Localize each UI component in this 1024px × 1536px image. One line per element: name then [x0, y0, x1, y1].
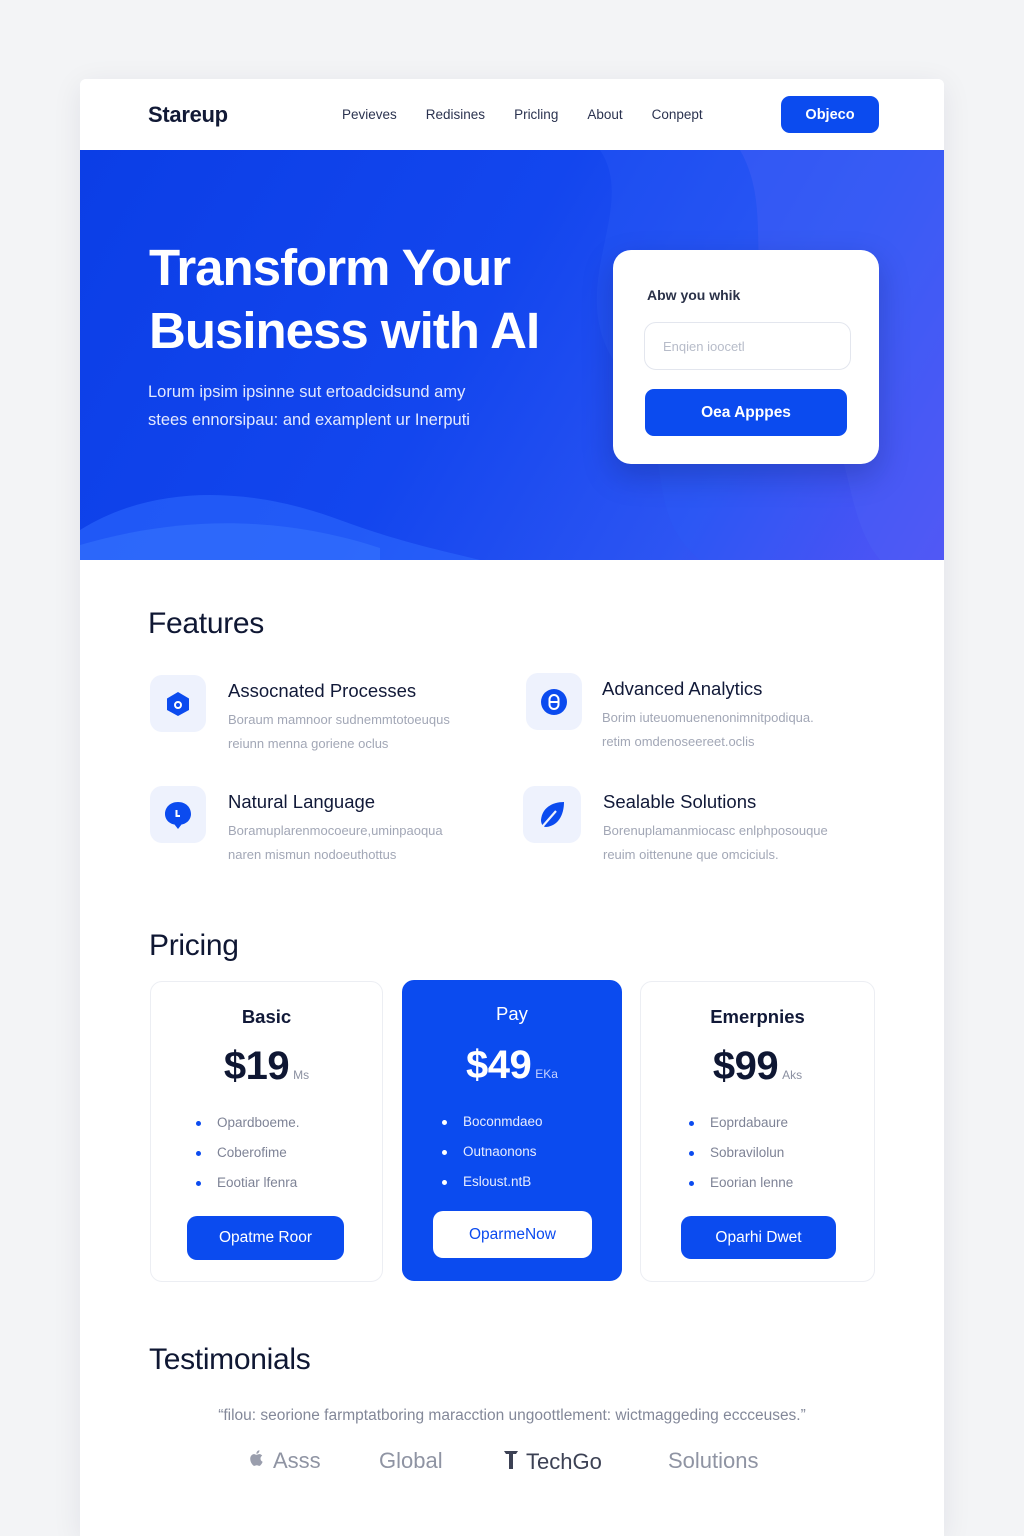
feature-desc-line1: Boraum mamnoor sudnemmtotoeuqus — [228, 712, 450, 727]
plan-enterprise-button[interactable]: Oparhi Dwet — [681, 1216, 836, 1259]
plan-price: $19 — [223, 1044, 290, 1088]
plan-price: $99 — [712, 1044, 779, 1088]
plan-card-basic: Basic $19 Ms Opardboeme. Coberofime Eooti… — [150, 981, 383, 1282]
signup-button[interactable]: Oea Apppes — [645, 389, 847, 436]
plan-pay-button[interactable]: OparmeNow — [433, 1211, 592, 1258]
plan-name: Pay — [496, 1003, 528, 1024]
signup-card: Abw you whik Oea Apppes — [613, 250, 879, 464]
landing-page: Stareup Pevieves Redisines Pricling Abou… — [80, 79, 944, 1536]
nav-link-pricing[interactable]: Pricling — [514, 107, 558, 122]
client-logo-solutions: Solutions — [668, 1448, 759, 1474]
feature-title: Sealable Solutions — [603, 791, 757, 812]
feature-desc-line2: reiunn menna goriene oclus — [228, 736, 389, 751]
feature-desc-line2: reuim oittenune que omciciuls. — [603, 847, 779, 862]
nav-link-previews[interactable]: Pevieves — [342, 107, 397, 122]
feature-desc-line2: naren mismun nodoeuthottus — [228, 847, 397, 862]
hero-subtitle-line2: stees ennorsipau: and examplent ur Inerp… — [148, 411, 470, 429]
testimonial-quote: “filou: seorione farmptatboring maraccti… — [218, 1407, 806, 1424]
testimonials-title: Testimonials — [149, 1343, 311, 1376]
feature-item: Assocnated Processes Boraum mamnoor sudn… — [150, 675, 490, 755]
plan-price-row: $99 Aks — [641, 1044, 874, 1089]
feature-item: Sealable Solutions Borenuplamanmiocasc e… — [523, 786, 863, 866]
plan-period: EKa — [535, 1067, 558, 1081]
plan-feature: Eoprdabaure — [689, 1114, 793, 1144]
feature-desc-line1: Borenuplamanmiocasc enlphposouque — [603, 823, 828, 838]
plan-price-row: $49 EKa — [403, 1043, 621, 1088]
plan-feature: Boconmdaeo — [442, 1113, 543, 1143]
brand-logo[interactable]: Stareup — [148, 102, 228, 128]
plan-price: $49 — [466, 1043, 532, 1087]
leaf-icon — [523, 786, 581, 843]
feature-desc: Boramuplarenmocoeure,uminpaoqua naren mi… — [228, 819, 488, 867]
client-logo-techgo: TechGo — [502, 1448, 602, 1476]
hero-subtitle-line1: Lorum ipsim ipsinne sut ertoadcidsund am… — [148, 383, 466, 401]
feature-title: Natural Language — [228, 791, 376, 812]
apple-icon — [247, 1448, 267, 1474]
feature-desc: Boraum mamnoor sudnemmtotoeuqus reiunn m… — [228, 708, 488, 756]
plan-basic-button[interactable]: Opatme Roor — [187, 1216, 344, 1260]
client-logo-text: Solutions — [668, 1448, 759, 1473]
plan-price-row: $19 Ms — [151, 1044, 382, 1089]
plan-feature-list: Opardboeme. Coberofime Eootiar lfenra — [196, 1114, 300, 1204]
email-input[interactable] — [644, 322, 851, 370]
plan-feature: Opardboeme. — [196, 1114, 300, 1144]
plan-period: Ms — [293, 1068, 310, 1082]
plan-feature: Eootiar lfenra — [196, 1174, 300, 1204]
feature-item: Natural Language Boramuplarenmocoeure,um… — [150, 786, 490, 866]
feature-desc-line2: retim omdenoseereet.oclis — [602, 734, 755, 749]
feature-item: Advanced Analytics Borim iuteuomuenenoni… — [526, 673, 866, 753]
client-logo-text: Global — [379, 1448, 443, 1473]
client-logo-text: Asss — [273, 1448, 321, 1473]
client-logos: Asss Global TechGo Solutions — [80, 1448, 944, 1478]
plan-name: Emerpnies — [710, 1006, 805, 1027]
plan-card-pay: Pay $49 EKa Boconmdaeo Outnaonons Esloust… — [402, 980, 622, 1281]
plan-card-enterprise: Emerpnies $99 Aks Eoprdabaure Sobravilolu… — [640, 981, 875, 1282]
nav-link-contact[interactable]: Conpept — [652, 107, 703, 122]
client-logo-text: TechGo — [526, 1449, 602, 1474]
analytics-icon — [526, 673, 582, 730]
plan-feature: Eoorian lenne — [689, 1174, 793, 1204]
hero-title-line2: Business with AI — [149, 302, 540, 359]
signup-label: Abw you whik — [647, 287, 741, 303]
feature-desc: Borim iuteuomuenenonimnitpodiqua. retim … — [602, 706, 862, 754]
client-logo-global: Global — [379, 1448, 443, 1474]
feature-desc: Borenuplamanmiocasc enlphposouque reuim … — [603, 819, 863, 867]
nav-link-resources[interactable]: Redisines — [426, 107, 485, 122]
plan-feature: Coberofime — [196, 1144, 300, 1174]
hexagon-icon — [150, 675, 206, 732]
plan-feature: Sobravilolun — [689, 1144, 793, 1174]
pricing-title: Pricing — [149, 929, 239, 962]
hero-title: Transform Your Business with AI — [149, 236, 609, 362]
hero-subtitle: Lorum ipsim ipsinne sut ertoadcidsund am… — [148, 378, 568, 434]
features-title: Features — [148, 607, 264, 640]
hero-title-line1: Transform Your — [149, 239, 511, 296]
feature-desc-line1: Boramuplarenmocoeure,uminpaoqua — [228, 823, 443, 838]
nav-links: Pevieves Redisines Pricling About Conpep… — [342, 107, 732, 122]
hero-section: Transform Your Business with AI Lorum ip… — [80, 150, 944, 560]
feature-title: Advanced Analytics — [602, 678, 763, 699]
plan-feature: Esloust.ntB — [442, 1173, 543, 1203]
feature-desc-line1: Borim iuteuomuenenonimnitpodiqua. — [602, 710, 814, 725]
speech-icon — [150, 786, 206, 843]
pillar-icon — [502, 1448, 520, 1476]
client-logo-asss: Asss — [247, 1448, 321, 1474]
plan-feature-list: Eoprdabaure Sobravilolun Eoorian lenne — [689, 1114, 793, 1204]
top-nav: Stareup Pevieves Redisines Pricling Abou… — [80, 79, 944, 150]
plan-feature-list: Boconmdaeo Outnaonons Esloust.ntB — [442, 1113, 543, 1203]
plan-feature: Outnaonons — [442, 1143, 543, 1173]
plan-period: Aks — [782, 1068, 803, 1082]
nav-cta-button[interactable]: Objeco — [781, 96, 879, 133]
feature-title: Assocnated Processes — [228, 680, 417, 701]
plan-name: Basic — [241, 1006, 292, 1027]
nav-link-about[interactable]: About — [587, 107, 622, 122]
